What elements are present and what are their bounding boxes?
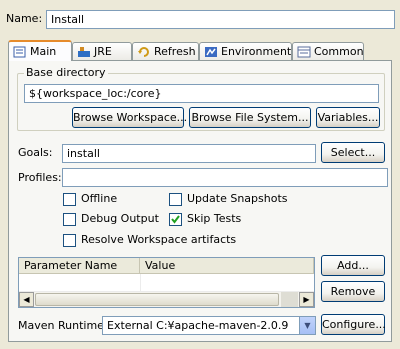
- debug-output-checkbox[interactable]: [63, 212, 76, 226]
- goals-input[interactable]: install: [62, 144, 316, 163]
- environment-icon: [204, 46, 218, 58]
- scrollbar-thumb[interactable]: [35, 293, 279, 306]
- offline-option[interactable]: Offline: [63, 192, 117, 206]
- name-label: Name:: [6, 12, 43, 25]
- offline-label: Offline: [81, 192, 118, 205]
- debug-output-label: Debug Output: [81, 212, 159, 225]
- add-parameter-button[interactable]: Add...: [321, 255, 385, 276]
- base-directory-input[interactable]: ${workspace_loc:/core}: [24, 84, 379, 103]
- profiles-label: Profiles:: [18, 171, 62, 184]
- resolve-workspace-checkbox[interactable]: [63, 233, 76, 247]
- tab-common[interactable]: Common: [292, 42, 364, 60]
- resolve-workspace-option[interactable]: Resolve Workspace artifacts: [63, 233, 236, 247]
- chevron-down-icon[interactable]: ▼: [299, 317, 315, 334]
- variables-button[interactable]: Variables...: [316, 107, 380, 128]
- update-snapshots-checkbox[interactable]: [169, 192, 182, 206]
- maven-runtime-label: Maven Runtime:: [18, 319, 108, 332]
- column-header-parameter-name[interactable]: Parameter Name: [19, 258, 140, 274]
- check-icon: [171, 214, 180, 224]
- select-goals-button[interactable]: Select...: [321, 142, 385, 163]
- remove-parameter-button[interactable]: Remove: [321, 281, 385, 302]
- tab-refresh-label: Refresh: [154, 45, 196, 58]
- offline-checkbox[interactable]: [63, 192, 76, 206]
- browse-workspace-button[interactable]: Browse Workspace...: [72, 107, 187, 128]
- column-header-value[interactable]: Value: [140, 258, 314, 274]
- tab-jre[interactable]: JRE: [72, 42, 132, 60]
- common-icon: [297, 46, 311, 58]
- skip-tests-option[interactable]: Skip Tests: [169, 212, 241, 226]
- goals-label: Goals:: [18, 146, 53, 159]
- tab-main-label: Main: [30, 45, 57, 58]
- resolve-workspace-label: Resolve Workspace artifacts: [81, 233, 237, 246]
- maven-runtime-value: External C:¥apache-maven-2.0.9: [107, 319, 289, 332]
- scroll-right-icon[interactable]: ▶: [299, 292, 314, 307]
- profiles-input[interactable]: [62, 168, 388, 187]
- column-divider: [140, 274, 141, 292]
- skip-tests-checkbox[interactable]: [169, 212, 182, 226]
- name-input[interactable]: Install: [46, 10, 395, 29]
- tab-environment-label: Environment: [221, 45, 292, 58]
- tab-bar: Main JRE Refresh Environment Common: [8, 40, 392, 61]
- table-row[interactable]: [19, 274, 314, 292]
- parameters-table[interactable]: Parameter Name Value ◀ ▶: [18, 257, 315, 308]
- tab-refresh[interactable]: Refresh: [132, 42, 199, 60]
- horizontal-scrollbar[interactable]: ◀ ▶: [19, 292, 314, 307]
- update-snapshots-option[interactable]: Update Snapshots: [169, 192, 288, 206]
- update-snapshots-label: Update Snapshots: [187, 192, 288, 205]
- tab-jre-label: JRE: [94, 45, 112, 58]
- configure-button[interactable]: Configure...: [321, 314, 386, 335]
- skip-tests-label: Skip Tests: [187, 212, 242, 225]
- tab-common-label: Common: [314, 45, 364, 58]
- refresh-icon: [137, 46, 151, 58]
- base-directory-label: Base directory: [24, 66, 108, 80]
- browse-file-system-button[interactable]: Browse File System...: [189, 107, 311, 128]
- tab-environment[interactable]: Environment: [199, 42, 292, 60]
- scrollbar-track: [281, 292, 298, 307]
- main-icon: [13, 46, 27, 58]
- scroll-left-icon[interactable]: ◀: [19, 292, 34, 307]
- jre-icon: [77, 46, 91, 58]
- maven-runtime-select[interactable]: External C:¥apache-maven-2.0.9 ▼: [102, 316, 316, 335]
- tab-main[interactable]: Main: [8, 40, 72, 61]
- debug-output-option[interactable]: Debug Output: [63, 212, 159, 226]
